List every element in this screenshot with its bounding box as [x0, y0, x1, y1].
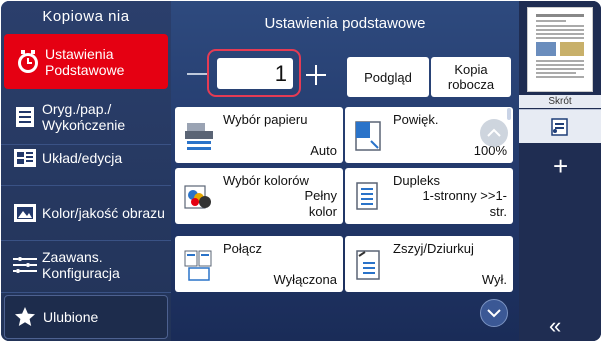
clock-settings-icon [13, 47, 43, 77]
tile-color-selection[interactable]: Wybór kolorów Pełny kolor [175, 168, 343, 224]
page-title: Ustawienia podstawowe [264, 15, 426, 32]
shortcut-label: Skrót [519, 95, 601, 108]
sidebar-item-basic-settings[interactable]: Ustawienia Podstawowe [4, 34, 168, 89]
function-sidebar: Kopiowa nia Ustawienia Podstawowe Oryg./… [1, 1, 171, 341]
document-preview-thumbnail[interactable] [527, 7, 593, 92]
sidebar-title: Kopiowa nia [42, 8, 130, 25]
sidebar-item-label: Ustawienia Podstawowe [45, 45, 125, 78]
sidebar-item-advanced-config[interactable]: Zaawans. Konfiguracja [1, 238, 171, 293]
paper-tray-icon [183, 119, 215, 153]
favorites-label: Ulubione [43, 309, 99, 325]
sidebar-item-label: Oryg./pap./ Wykończenie [42, 101, 126, 133]
tile-title: Zszyj/Dziurkuj [393, 241, 474, 256]
tile-staple-punch[interactable]: Zszyj/Dziurkuj Wył. [345, 236, 513, 292]
tile-title: Połącz [223, 241, 263, 256]
scroll-up-button[interactable] [480, 119, 508, 147]
image-icon [10, 198, 40, 228]
scrollbar-thumb[interactable] [507, 108, 511, 120]
decrease-copies-button[interactable] [187, 73, 207, 75]
staple-punch-icon [353, 248, 385, 282]
tile-paper-selection[interactable]: Wybór papieru Auto [175, 107, 343, 163]
sidebar-item-color-quality[interactable]: Kolor/jakość obrazu [1, 186, 171, 241]
tile-combine[interactable]: Połącz Wyłączona [175, 236, 343, 292]
shortcut-button[interactable] [519, 109, 601, 143]
tile-title: Wybór kolorów [223, 173, 309, 188]
collapse-panel-button[interactable]: « [549, 313, 561, 339]
increase-copies-button-vertical[interactable] [315, 65, 317, 85]
scroll-down-button[interactable] [480, 299, 508, 327]
shortcut-document-icon [551, 117, 568, 136]
advanced-config-icon [10, 250, 40, 280]
tile-value: Pełny kolor [304, 188, 337, 219]
zoom-icon [353, 119, 385, 153]
sidebar-item-label: Układ/edycja [42, 150, 123, 166]
tile-title: Wybór papieru [223, 112, 308, 127]
combine-icon [183, 248, 215, 282]
color-select-icon [183, 180, 215, 214]
layout-icon [10, 143, 40, 173]
chevron-down-icon [487, 309, 501, 318]
tile-title: Dupleks [393, 173, 440, 188]
main-panel: Ustawienia podstawowe 1 Podgląd Kopia ro… [173, 1, 517, 341]
tile-value: Wyłączona [273, 272, 337, 287]
star-icon [13, 305, 37, 329]
copy-screen: Kopiowa nia Ustawienia Podstawowe Oryg./… [1, 1, 601, 341]
duplex-icon [353, 180, 385, 214]
tile-value: Auto [310, 143, 337, 158]
sidebar-item-layout-edit[interactable]: Układ/edycja [1, 131, 171, 186]
sidebar-item-label: Zaawans. Konfiguracja [42, 249, 120, 281]
tile-title: Powięk. [393, 112, 439, 127]
document-lines-icon [10, 102, 40, 132]
tile-duplex[interactable]: Dupleks 1-stronny >>1-str. [345, 168, 513, 224]
add-shortcut-button[interactable]: + [553, 151, 568, 182]
draft-copy-button[interactable]: Kopia robocza [431, 57, 511, 97]
right-panel: Skrót + « [519, 1, 601, 341]
tile-value: Wył. [481, 272, 507, 287]
favorites-button[interactable]: Ulubione [4, 295, 168, 339]
preview-button[interactable]: Podgląd [347, 57, 429, 97]
sidebar-item-label: Kolor/jakość obrazu [42, 205, 165, 221]
chevron-up-icon [487, 128, 501, 137]
copies-input[interactable]: 1 [217, 58, 293, 89]
tile-value: 1-stronny >>1-str. [422, 188, 507, 219]
